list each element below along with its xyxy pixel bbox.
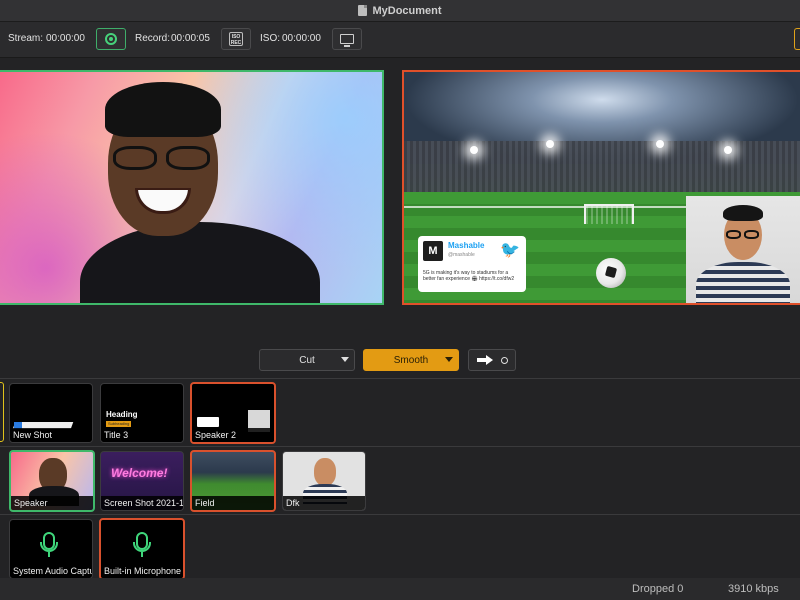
shot-label: Screen Shot 2021-1	[101, 496, 183, 510]
shot-dfk[interactable]: Dfk	[282, 451, 366, 511]
goal	[584, 204, 634, 224]
mashable-logo: M	[423, 241, 443, 261]
shot-screen-shot[interactable]: Welcome! Screen Shot 2021-1	[100, 451, 184, 511]
shot-label: Built-in Microphone	[101, 564, 183, 578]
stream-timer: 00:00:00	[46, 33, 85, 44]
glasses	[113, 146, 157, 170]
record-timer: 00:00:05	[171, 33, 210, 44]
arrow-right-icon	[476, 355, 493, 365]
shot-label: Speaker 2	[192, 428, 274, 442]
layer-row-2: Speaker Welcome! Screen Shot 2021-1 Fiel…	[0, 446, 800, 514]
record-label: Record:	[135, 33, 171, 44]
cut-dropdown[interactable]: Cut	[259, 349, 355, 371]
smooth-label: Smooth	[393, 354, 429, 366]
welcome-sign: Welcome!	[111, 466, 168, 480]
shot-title-3[interactable]: Heading Subheading Title 3	[100, 383, 184, 443]
shot-new-shot[interactable]: New Shot	[9, 383, 93, 443]
chevron-down-icon	[341, 357, 349, 362]
tweet-handle: @mashable	[448, 252, 475, 258]
shot-speaker[interactable]: Speaker	[9, 450, 95, 512]
shot-label: System Audio Captu	[10, 564, 92, 578]
bitrate: 3910 kbps	[728, 583, 779, 595]
layer-row-3: System Audio Captu Built-in Microphone	[0, 514, 800, 580]
row-1-edge-shot[interactable]	[0, 382, 4, 442]
toolbar: Stream: 00:00:00 Record: 00:00:05 ISO RE…	[0, 22, 800, 58]
iso-rec-icon: ISO REC	[229, 32, 243, 46]
dropped-frames: Dropped 0	[632, 583, 684, 595]
circle-icon	[500, 356, 508, 364]
document-icon	[358, 5, 368, 16]
stadium-stands	[404, 141, 800, 193]
cut-label: Cut	[299, 354, 315, 366]
shot-label: Speaker	[11, 496, 93, 510]
tweet-text: 5G is making it's way to stadiums for a …	[423, 270, 515, 282]
iso-label: ISO:	[260, 33, 281, 44]
tweet-card: M Mashable @mashable 🐦 5G is making it's…	[418, 236, 526, 292]
picture-in-picture	[686, 196, 800, 303]
layer-row-1: New Shot Heading Subheading Title 3 Spea…	[0, 378, 800, 446]
record-icon	[105, 33, 117, 45]
title-subheading: Subheading	[106, 421, 132, 427]
shot-field[interactable]: Field	[190, 450, 276, 512]
program-pane[interactable]: M Mashable @mashable 🐦 5G is making it's…	[402, 70, 800, 305]
tweet-account: Mashable	[448, 241, 485, 250]
twitter-bird-icon: 🐦	[500, 242, 520, 259]
chevron-down-icon	[445, 357, 453, 362]
live-button-edge[interactable]	[794, 28, 800, 50]
window-titlebar: MyDocument	[0, 0, 800, 22]
display-output-button[interactable]	[332, 28, 362, 50]
iso-timer: 00:00:00	[282, 33, 321, 44]
shot-built-in-microphone[interactable]: Built-in Microphone	[99, 518, 185, 580]
window-title: MyDocument	[372, 4, 442, 17]
smooth-dropdown[interactable]: Smooth	[363, 349, 459, 371]
shot-label: Field	[192, 496, 274, 510]
shot-label: New Shot	[10, 428, 92, 442]
shot-label: Title 3	[101, 428, 183, 442]
shot-label: Dfk	[283, 496, 365, 510]
record-button[interactable]	[96, 28, 126, 50]
title-heading: Heading	[106, 410, 138, 419]
iso-record-button[interactable]: ISO REC	[221, 28, 251, 50]
shot-system-audio[interactable]: System Audio Captu	[9, 519, 93, 579]
status-bar: Dropped 0 3910 kbps	[0, 578, 800, 600]
take-transition-button[interactable]	[468, 349, 516, 371]
preview-pane[interactable]	[0, 70, 384, 305]
soccer-ball	[596, 258, 626, 288]
monitor-icon	[340, 34, 354, 47]
stream-label: Stream:	[8, 33, 44, 44]
shot-speaker-2[interactable]: Speaker 2	[190, 382, 276, 444]
